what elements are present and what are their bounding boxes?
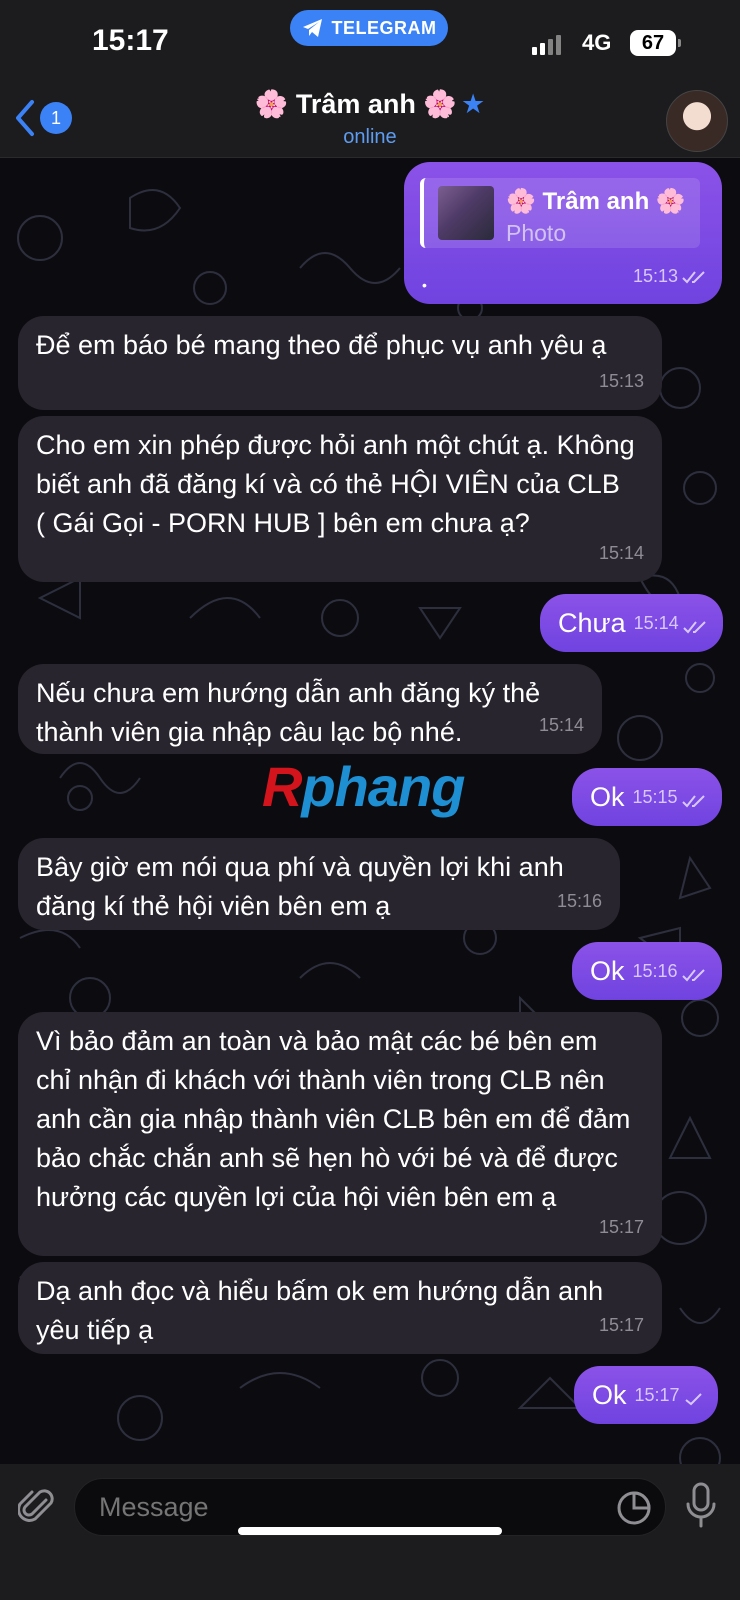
star-icon: ★ xyxy=(461,89,486,119)
message-time: 15:15 xyxy=(632,787,678,807)
reply-preview-subtitle: Photo xyxy=(506,220,567,246)
telegram-pill[interactable]: TELEGRAM xyxy=(290,10,448,46)
sticker-button[interactable] xyxy=(616,1490,652,1531)
caption-dot: • xyxy=(422,277,427,293)
outgoing-photo-message[interactable]: 🌸 Trâm anh 🌸 Photo • 15:13 xyxy=(404,162,722,304)
photo-thumbnail xyxy=(438,186,494,240)
single-check-icon xyxy=(684,1393,702,1406)
message-time: 15:13 xyxy=(632,266,678,286)
chat-header: 1 🌸 Trâm anh 🌸 ★ online xyxy=(0,84,740,158)
double-check-icon xyxy=(682,621,706,634)
double-check-icon xyxy=(681,969,705,982)
message-time: 15:16 xyxy=(556,891,602,911)
battery-indicator: 67 xyxy=(630,30,681,56)
double-check-icon xyxy=(681,795,705,808)
incoming-message[interactable]: Dạ anh đọc và hiểu bấm ok em hướng dẫn a… xyxy=(18,1262,662,1354)
chat-status: online xyxy=(343,126,397,148)
message-text: Ok xyxy=(590,782,625,812)
message-time: 15:14 xyxy=(633,613,679,633)
status-bar: 15:17 TELEGRAM 4G 67 xyxy=(0,0,740,84)
incoming-message[interactable]: Bây giờ em nói qua phí và quyền lợi khi … xyxy=(18,838,620,930)
double-check-icon xyxy=(682,270,705,283)
message-text: Ok xyxy=(592,1380,627,1410)
message-time: 15:17 xyxy=(598,1315,644,1335)
chat-title-text: 🌸 Trâm anh 🌸 xyxy=(254,89,458,119)
incoming-message[interactable]: Vì bảo đảm an toàn và bảo mật các bé bên… xyxy=(18,1012,662,1256)
chat-title[interactable]: 🌸 Trâm anh 🌸 ★ xyxy=(0,88,740,120)
incoming-message[interactable]: Để em báo bé mang theo để phục vụ anh yê… xyxy=(18,316,662,410)
outgoing-message[interactable]: Ok 15:15 xyxy=(572,768,722,826)
reply-preview[interactable]: 🌸 Trâm anh 🌸 Photo xyxy=(420,178,700,248)
message-time: 15:13 xyxy=(598,371,644,391)
message-text: Để em báo bé mang theo để phục vụ anh yê… xyxy=(36,330,607,360)
message-time: 15:14 xyxy=(538,715,584,735)
message-text: Dạ anh đọc và hiểu bấm ok em hướng dẫn a… xyxy=(36,1276,604,1345)
network-type: 4G xyxy=(582,30,612,55)
incoming-message[interactable]: Cho em xin phép được hỏi anh một chút ạ.… xyxy=(18,416,662,582)
message-text: Vì bảo đảm an toàn và bảo mật các bé bên… xyxy=(36,1026,631,1212)
outgoing-message[interactable]: Chưa 15:14 xyxy=(540,594,723,652)
message-time: 15:14 xyxy=(598,543,644,563)
outgoing-message[interactable]: Ok 15:16 xyxy=(572,942,722,1000)
telegram-icon xyxy=(302,19,322,37)
incoming-message[interactable]: Nếu chưa em hướng dẫn anh đăng ký thẻ th… xyxy=(18,664,602,754)
home-indicator[interactable] xyxy=(238,1527,502,1535)
message-time: 15:16 xyxy=(632,961,678,981)
message-time: 15:17 xyxy=(634,1385,680,1405)
attach-button[interactable] xyxy=(17,1486,56,1533)
status-time: 15:17 xyxy=(92,24,169,57)
attach-icon xyxy=(17,1489,54,1522)
watermark: Rphang xyxy=(262,755,465,818)
mic-icon xyxy=(686,1482,716,1528)
message-text: Ok xyxy=(590,956,625,986)
outgoing-message[interactable]: Ok 15:17 xyxy=(574,1366,718,1424)
chat-area[interactable]: Rphang 🌸 Trâm anh 🌸 Photo • 15:13 Để em … xyxy=(0,158,740,1464)
message-text: Bây giờ em nói qua phí và quyền lợi khi … xyxy=(36,852,564,921)
telegram-pill-label: TELEGRAM xyxy=(331,17,437,38)
signal-icon xyxy=(532,33,561,55)
message-text: Chưa xyxy=(558,608,626,638)
sticker-icon xyxy=(617,1491,651,1525)
message-time: 15:17 xyxy=(598,1217,644,1237)
avatar[interactable] xyxy=(666,90,728,152)
message-text: Cho em xin phép được hỏi anh một chút ạ.… xyxy=(36,430,635,538)
message-text: Nếu chưa em hướng dẫn anh đăng ký thẻ th… xyxy=(36,678,541,747)
voice-button[interactable] xyxy=(684,1482,718,1535)
